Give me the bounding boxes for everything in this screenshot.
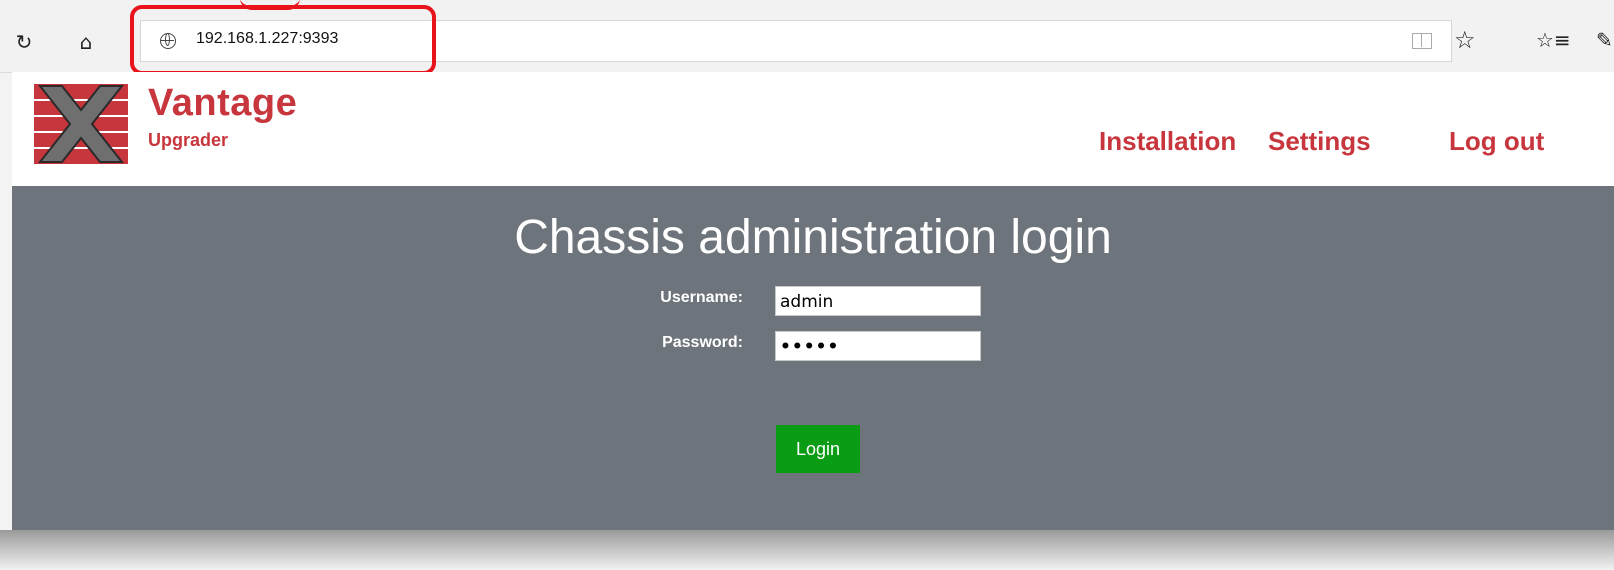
login-panel: Chassis administration login Username: a… [12, 186, 1614, 530]
reading-view-icon[interactable] [1412, 33, 1432, 49]
annotation-arrow [240, 0, 300, 10]
password-label: Password: [662, 334, 743, 351]
login-button[interactable]: Login [776, 425, 860, 473]
nav-installation[interactable]: Installation [1099, 126, 1236, 157]
browser-toolbar: ↻ ⌂ 192.168.1.227:9393 ☆ ☆≡ ✎ [0, 0, 1614, 75]
username-field[interactable]: admin [775, 286, 981, 316]
home-icon[interactable]: ⌂ [72, 28, 100, 56]
brand-subtitle: Upgrader [148, 130, 229, 150]
favorites-list-icon[interactable]: ☆≡ [1536, 28, 1571, 52]
favorite-star-icon[interactable]: ☆ [1454, 26, 1476, 54]
nav-logout[interactable]: Log out [1449, 126, 1544, 157]
address-highlight-annotation [130, 5, 436, 75]
vantage-logo-icon [34, 84, 128, 164]
refresh-icon[interactable]: ↻ [10, 28, 38, 56]
username-label: Username: [660, 289, 743, 306]
page-title: Chassis administration login [514, 211, 1112, 264]
brand-name: Vantage [148, 82, 298, 124]
site-header: Vantage Upgrader Installation Settings L… [12, 72, 1614, 186]
nav-settings[interactable]: Settings [1268, 126, 1371, 157]
browser-window: ↻ ⌂ 192.168.1.227:9393 ☆ ☆≡ ✎ Vantage Up… [0, 0, 1614, 570]
password-field[interactable]: ••••• [775, 331, 981, 361]
web-page: Vantage Upgrader Installation Settings L… [12, 72, 1614, 530]
pen-icon[interactable]: ✎ [1596, 28, 1613, 52]
window-shadow [0, 530, 1614, 570]
